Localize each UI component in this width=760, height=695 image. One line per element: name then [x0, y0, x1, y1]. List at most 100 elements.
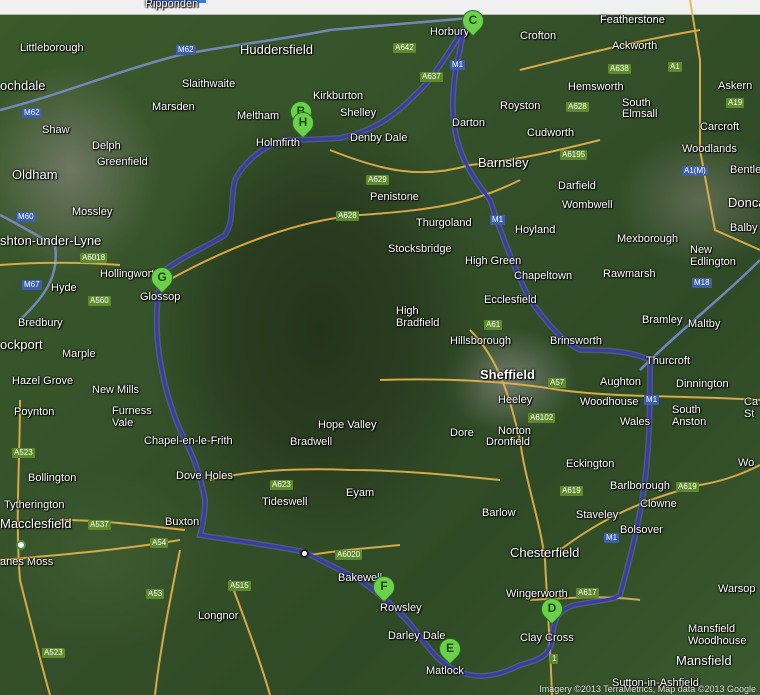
road-shield: A1(M)	[682, 166, 708, 176]
town-label: Littleborough	[20, 42, 84, 54]
road-a53	[154, 549, 181, 695]
town-label: Bredbury	[18, 317, 63, 329]
town-label: High Green	[465, 255, 522, 267]
route-marker-f[interactable]: F	[368, 571, 400, 610]
town-label: Bolsover	[620, 524, 663, 536]
town-label: Delph	[92, 140, 121, 152]
road-shield: A642	[393, 43, 416, 53]
town-label: Buxton	[165, 516, 200, 528]
town-label: Clay Cross	[520, 632, 574, 644]
road-shield: A638	[608, 64, 631, 74]
town-label: Aughton	[600, 376, 641, 388]
road-shield: A637	[420, 72, 443, 82]
road-shield: A619	[560, 486, 583, 496]
town-label: Hemsworth	[568, 81, 624, 93]
road-shield: A1	[668, 62, 682, 72]
road-shield: A53	[146, 589, 165, 599]
town-label: Donca	[728, 195, 760, 210]
town-label: Carcroft	[700, 121, 740, 133]
town-label: Meltham	[237, 110, 280, 122]
town-label: Royston	[500, 100, 541, 112]
town-label: Wales	[620, 416, 651, 428]
road-shield: M1	[450, 60, 466, 70]
road-shield: A19	[726, 98, 745, 108]
town-label: Cudworth	[527, 127, 575, 139]
marker-letter: F	[380, 579, 388, 593]
town-label: ochdale	[0, 78, 46, 93]
motorway-m62	[0, 16, 471, 112]
town-label: Warsop	[718, 583, 756, 595]
town-label: New Edlington	[690, 244, 736, 268]
marker-letter: D	[547, 601, 557, 615]
town-label: Stocksbridge	[388, 243, 452, 255]
town-label: Wombwell	[562, 199, 613, 211]
road-shield: A560	[88, 296, 111, 306]
route-line	[155, 18, 652, 678]
town-label: Tideswell	[262, 496, 308, 508]
map-canvas[interactable]: Ripponden Littleborough Huddersfield Hor…	[0, 0, 760, 695]
road-shield: A628	[336, 211, 359, 221]
road-shield: 1	[550, 654, 559, 664]
route-waypoint-handle[interactable]	[300, 549, 309, 558]
town-label: Bradwell	[290, 436, 333, 448]
road-shield: M1	[490, 215, 506, 225]
town-label: Thurgoland	[416, 217, 472, 229]
town-label: Thurcroft	[646, 355, 691, 367]
road-shield: M62	[176, 45, 196, 55]
town-label: Featherstone	[600, 14, 665, 26]
town-label: Hazel Grove	[12, 375, 74, 387]
town-label: Marsden	[152, 101, 195, 113]
marker-letter: H	[298, 115, 308, 129]
route-marker-h[interactable]: H	[287, 107, 319, 146]
road-shield: M1	[644, 395, 660, 405]
road-shield: M60	[16, 212, 36, 222]
town-label: Bramley	[642, 314, 683, 326]
road-shield: A61	[484, 320, 503, 330]
town-label: Hoyland	[515, 224, 556, 236]
town-label: Sheffield	[480, 367, 535, 382]
route-marker-g[interactable]: G	[146, 262, 178, 301]
town-label: Mossley	[72, 206, 113, 218]
motorway-m60	[0, 213, 58, 321]
town-label: Maltby	[688, 318, 721, 330]
place-icon	[16, 540, 26, 550]
town-label: Rawmarsh	[603, 268, 656, 280]
route-marker-e[interactable]: E	[434, 633, 466, 672]
town-label: Shelley	[340, 107, 377, 119]
road-a629	[329, 149, 471, 174]
town-label: Hope Valley	[318, 419, 377, 431]
town-label: Macclesfield	[0, 516, 72, 531]
road-shield: A629	[366, 175, 389, 185]
town-label: Chesterfield	[510, 545, 580, 560]
road-shield: A6020	[335, 550, 363, 560]
town-label: Bollington	[28, 472, 77, 484]
town-label: Crofton	[520, 30, 557, 42]
marker-letter: E	[445, 641, 454, 655]
road-shield: A523	[12, 448, 35, 458]
town-label: Eckington	[566, 458, 615, 470]
road-shield: A6195	[560, 150, 588, 160]
town-label: New Mills	[92, 384, 140, 396]
town-label: Chapel-en-le-Frith	[144, 435, 233, 447]
town-label: Brinsworth	[550, 335, 602, 347]
town-label: Askern	[718, 80, 753, 92]
town-label: Staveley	[576, 509, 619, 521]
road-shield: M18	[692, 278, 712, 288]
town-label: South Anston	[672, 404, 707, 428]
marker-letter: G	[157, 270, 167, 284]
town-label: Hillsborough	[450, 335, 512, 347]
route-marker-d[interactable]: D	[536, 593, 568, 632]
town-label: Ackworth	[612, 40, 658, 52]
road-shield: A617	[576, 588, 599, 598]
town-label: Tytherington	[4, 499, 65, 511]
town-label: Hyde	[51, 282, 77, 294]
town-label: ockport	[0, 337, 43, 352]
town-label: South Elmsall	[622, 97, 658, 120]
road-a623	[209, 468, 501, 481]
town-label: Eyam	[346, 487, 375, 499]
town-label: Heeley	[498, 394, 533, 406]
road-a6018	[0, 261, 121, 266]
route-marker-c[interactable]: C	[457, 5, 489, 44]
town-label: Furness Vale	[112, 405, 152, 429]
town-label: Balby	[730, 222, 758, 234]
